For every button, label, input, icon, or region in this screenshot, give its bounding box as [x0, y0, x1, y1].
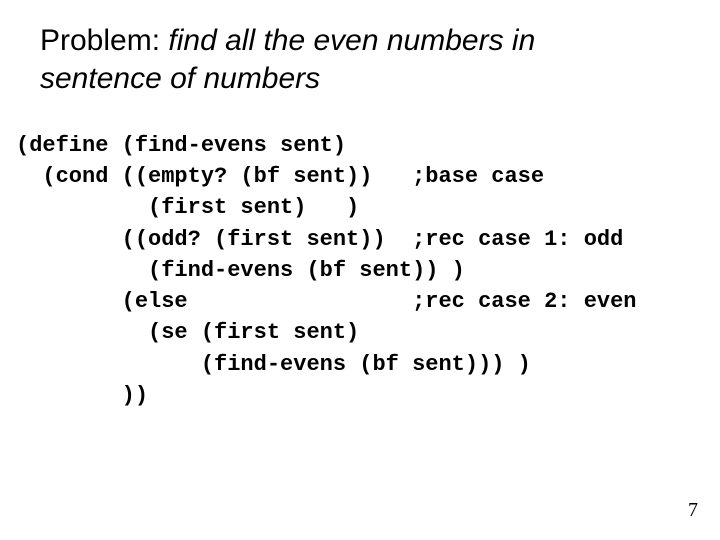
code-line: (se (first sent): [16, 320, 359, 345]
code-line: (first sent) ): [16, 195, 359, 220]
code-block: (define (find-evens sent) (cond ((empty?…: [16, 130, 637, 411]
code-line: (cond ((empty? (bf sent)) ;base case: [16, 164, 544, 189]
code-line: (find-evens (bf sent)) ): [16, 258, 465, 283]
code-line: )): [16, 383, 148, 408]
slide: Problem: find all the even numbers in se…: [0, 0, 720, 540]
page-number: 7: [688, 499, 698, 522]
code-line: (find-evens (bf sent))) ): [16, 352, 531, 377]
slide-title: Problem: find all the even numbers in se…: [40, 22, 660, 97]
code-line: ((odd? (first sent)) ;rec case 1: odd: [16, 227, 623, 252]
code-line: (else ;rec case 2: even: [16, 289, 637, 314]
code-line: (define (find-evens sent): [16, 133, 346, 158]
title-prefix: Problem:: [40, 24, 168, 57]
